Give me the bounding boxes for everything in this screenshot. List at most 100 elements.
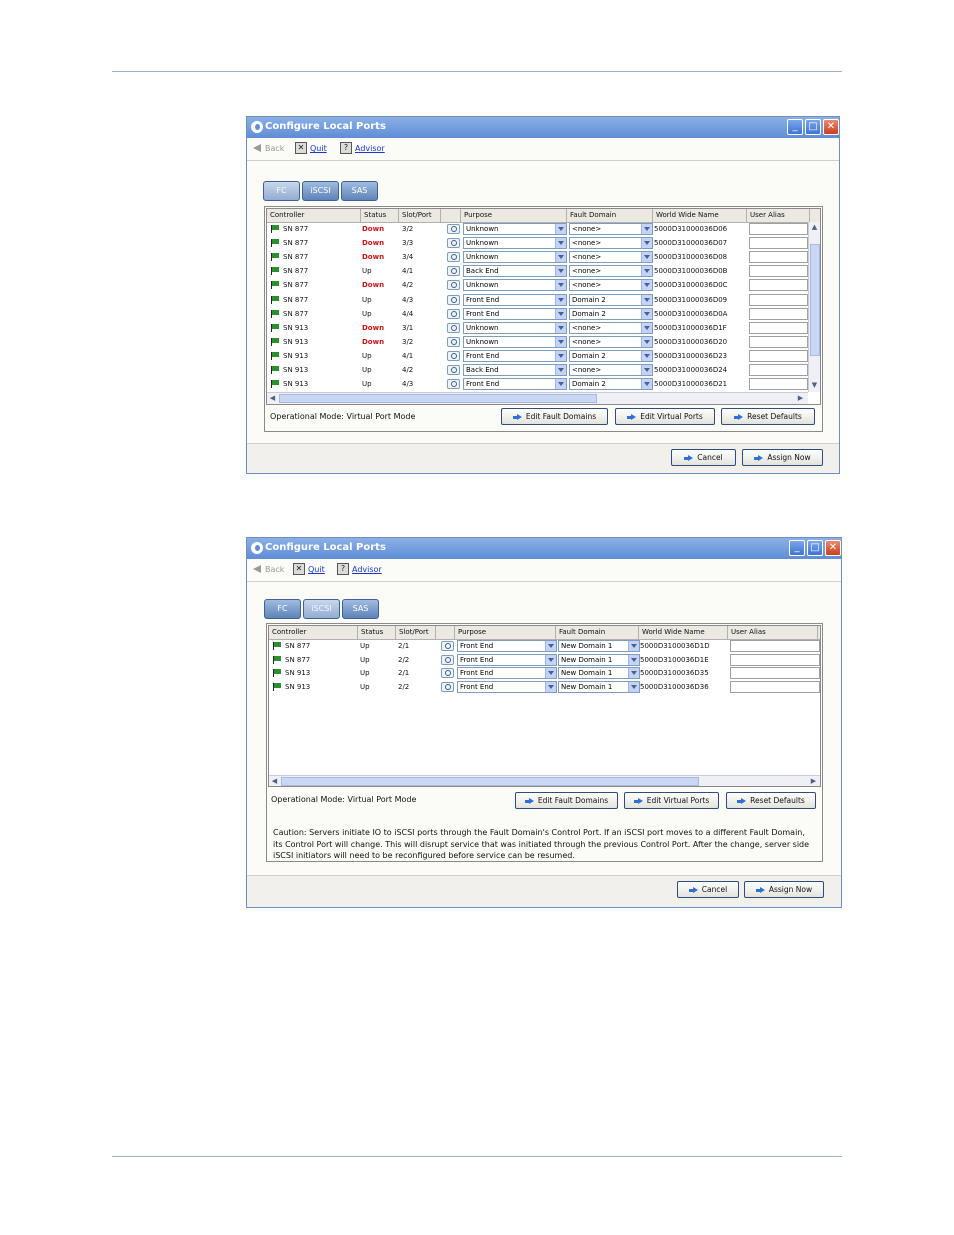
purpose-select[interactable]: Front End — [463, 378, 567, 391]
fault-domain-select[interactable]: Domain 2 — [569, 378, 653, 391]
column-header-user-alias[interactable]: User Alias — [747, 209, 810, 222]
chevron-down-icon[interactable] — [641, 266, 652, 277]
purpose-select[interactable]: Unknown — [463, 335, 567, 348]
maximize-icon[interactable]: □ — [805, 119, 821, 135]
advisor-link[interactable]: Advisor — [352, 565, 382, 574]
chevron-down-icon[interactable] — [641, 379, 652, 390]
user-alias-input[interactable] — [749, 223, 808, 235]
search-icon[interactable] — [447, 238, 460, 249]
chevron-down-icon[interactable] — [555, 379, 566, 390]
chevron-down-icon[interactable] — [545, 668, 556, 679]
fault-domain-select[interactable]: New Domain 1 — [558, 653, 640, 666]
table-row[interactable]: SN 877 Down 3/4 Unknown <none> 5000D31000036D… — [267, 250, 820, 264]
fault-domain-select[interactable]: New Domain 1 — [558, 680, 640, 693]
chevron-down-icon[interactable] — [555, 308, 566, 319]
table-row[interactable]: SN 913 Down 3/2 Unknown <none> 5000D31000036D… — [267, 335, 820, 349]
table-row[interactable]: SN 877 Up 2/1 Front End New Domain 1 5000D310… — [269, 639, 820, 653]
purpose-select[interactable]: Back End — [463, 265, 567, 278]
table-row[interactable]: SN 913 Up 2/2 Front End New Domain 1 5000D310… — [269, 680, 820, 694]
column-header-slot-port[interactable]: Slot/Port — [399, 209, 441, 222]
user-alias-input[interactable] — [749, 279, 808, 292]
quit-link[interactable]: Quit — [310, 144, 327, 153]
horizontal-scrollbar[interactable]: ◀ ▶ — [267, 392, 808, 404]
user-alias-input[interactable] — [749, 335, 808, 348]
search-icon[interactable] — [447, 365, 460, 375]
user-alias-input[interactable] — [749, 293, 808, 306]
search-icon[interactable] — [447, 266, 460, 277]
reset-defaults-button[interactable]: Reset Defaults — [726, 792, 816, 809]
fault-domain-select[interactable]: <none> — [569, 335, 653, 348]
chevron-down-icon[interactable] — [641, 280, 652, 291]
advisor-link[interactable]: Advisor — [355, 144, 385, 153]
column-header-fault-domain[interactable]: Fault Domain — [567, 209, 653, 222]
table-row[interactable]: SN 877 Up 4/3 Front End Domain 2 5000D3100003… — [267, 293, 820, 307]
tab-iscsi[interactable]: iSCSI — [303, 599, 340, 619]
table-row[interactable]: SN 913 Up 4/3 Front End Domain 2 5000D3100003… — [267, 377, 820, 391]
purpose-select[interactable]: Unknown — [463, 251, 567, 264]
table-row[interactable]: SN 877 Down 4/2 Unknown <none> 5000D31000036D… — [267, 278, 820, 292]
table-row[interactable]: SN 877 Up 4/4 Front End Domain 2 5000D3100003… — [267, 307, 820, 321]
vertical-scroll-thumb[interactable] — [810, 244, 820, 356]
close-icon[interactable]: ✕ — [825, 540, 841, 556]
fault-domain-select[interactable]: New Domain 1 — [558, 640, 640, 652]
reset-defaults-button[interactable]: Reset Defaults — [721, 408, 815, 425]
cancel-button[interactable]: Cancel — [677, 881, 739, 898]
chevron-down-icon[interactable] — [555, 365, 566, 375]
user-alias-input[interactable] — [730, 640, 820, 652]
search-icon[interactable] — [447, 350, 460, 361]
scroll-up-icon[interactable]: ▲ — [809, 222, 820, 233]
search-icon[interactable] — [441, 641, 454, 651]
assign-now-button[interactable]: Assign Now — [742, 449, 823, 466]
tab-iscsi[interactable]: iSCSI — [302, 181, 339, 201]
chevron-down-icon[interactable] — [641, 238, 652, 249]
user-alias-input[interactable] — [730, 667, 820, 680]
chevron-down-icon[interactable] — [545, 681, 556, 692]
fault-domain-select[interactable]: <none> — [569, 279, 653, 292]
user-alias-input[interactable] — [749, 265, 808, 278]
purpose-select[interactable]: Front End — [463, 293, 567, 306]
column-header-controller[interactable]: Controller — [267, 209, 361, 222]
chevron-down-icon[interactable] — [545, 654, 556, 665]
purpose-select[interactable]: Unknown — [463, 279, 567, 292]
column-header-status[interactable]: Status — [361, 209, 399, 222]
chevron-down-icon[interactable] — [555, 266, 566, 277]
user-alias-input[interactable] — [730, 680, 820, 693]
column-header-status[interactable]: Status — [358, 626, 396, 639]
purpose-select[interactable]: Front End — [457, 680, 557, 693]
column-header-purpose[interactable]: Purpose — [461, 209, 567, 222]
fault-domain-select[interactable]: Domain 2 — [569, 293, 653, 306]
chevron-down-icon[interactable] — [641, 224, 652, 234]
search-icon[interactable] — [441, 668, 454, 679]
chevron-down-icon[interactable] — [641, 294, 652, 305]
user-alias-input[interactable] — [730, 653, 820, 666]
assign-now-button[interactable]: Assign Now — [744, 881, 824, 898]
search-icon[interactable] — [441, 681, 454, 692]
purpose-select[interactable]: Front End — [457, 653, 557, 666]
user-alias-input[interactable] — [749, 307, 808, 320]
chevron-down-icon[interactable] — [628, 668, 639, 679]
table-row[interactable]: SN 913 Up 2/1 Front End New Domain 1 5000D310… — [269, 666, 820, 680]
chevron-down-icon[interactable] — [555, 224, 566, 234]
purpose-select[interactable]: Front End — [457, 667, 557, 680]
edit-fault-domains-button[interactable]: Edit Fault Domains — [501, 408, 608, 425]
fault-domain-select[interactable]: <none> — [569, 321, 653, 334]
tab-fc[interactable]: FC — [263, 181, 300, 201]
purpose-select[interactable]: Front End — [463, 349, 567, 362]
chevron-down-icon[interactable] — [555, 280, 566, 291]
user-alias-input[interactable] — [749, 364, 808, 376]
chevron-down-icon[interactable] — [628, 641, 639, 651]
minimize-icon[interactable]: _ — [789, 540, 805, 556]
scroll-right-icon[interactable]: ▶ — [808, 776, 819, 786]
user-alias-input[interactable] — [749, 237, 808, 250]
fault-domain-select[interactable]: <none> — [569, 364, 653, 376]
tab-fc[interactable]: FC — [264, 599, 301, 619]
search-icon[interactable] — [447, 336, 460, 347]
close-icon[interactable]: ✕ — [823, 119, 839, 135]
fault-domain-select[interactable]: <none> — [569, 237, 653, 250]
search-icon[interactable] — [447, 252, 460, 263]
fault-domain-select[interactable]: New Domain 1 — [558, 667, 640, 680]
quit-link[interactable]: Quit — [308, 565, 325, 574]
chevron-down-icon[interactable] — [641, 308, 652, 319]
purpose-select[interactable]: Unknown — [463, 237, 567, 250]
horizontal-scrollbar[interactable]: ◀ ▶ — [269, 775, 820, 786]
